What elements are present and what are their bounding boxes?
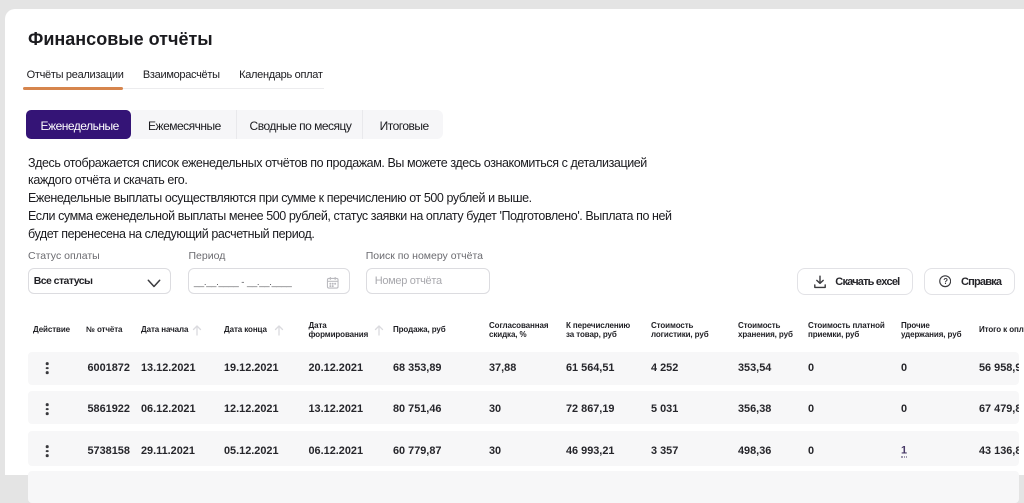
svg-text:?: ?	[943, 277, 948, 286]
